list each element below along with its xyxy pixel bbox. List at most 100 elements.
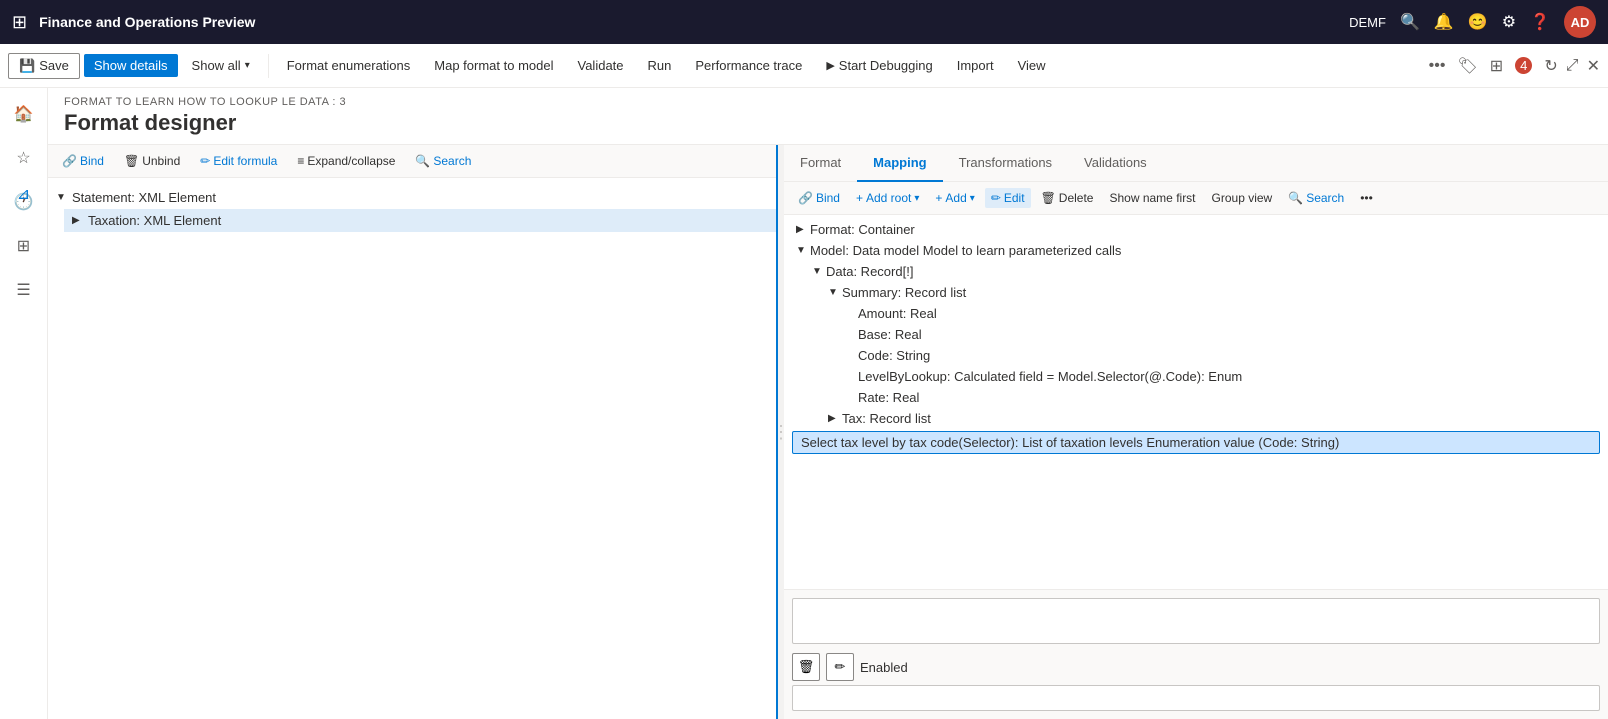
expand-icon: ▼ — [828, 287, 842, 298]
formula-edit-button[interactable]: ✏ — [826, 653, 854, 681]
left-nav: 🏠 ☆ 🕐 ⊞ ☰ ⊿ — [0, 88, 48, 719]
format-enumerations-button[interactable]: Format enumerations — [277, 54, 421, 77]
tree-item-statement[interactable]: ▼ Statement: XML Element — [48, 186, 776, 209]
edit-button[interactable]: ✏ Edit — [985, 188, 1031, 208]
refresh-icon[interactable]: ↻ — [1544, 56, 1557, 76]
selected-formula-row[interactable]: Select tax level by tax code(Selector): … — [792, 431, 1600, 454]
bookmark-icon[interactable]: 🏷 — [1457, 56, 1477, 76]
format-tree: ▼ Statement: XML Element ▶ Taxation: XML… — [48, 178, 776, 719]
tab-validations[interactable]: Validations — [1068, 145, 1163, 182]
trash-icon: 🗑 — [124, 154, 139, 168]
search-icon[interactable]: 🔍 — [1400, 12, 1420, 32]
mapping-panel: Format Mapping Transformations Validatio… — [784, 145, 1608, 719]
tab-mapping[interactable]: Mapping — [857, 145, 942, 182]
pencil-icon: ✏ — [200, 154, 210, 168]
plus-icon-root: + — [856, 191, 863, 205]
show-name-first-button[interactable]: Show name first — [1103, 188, 1201, 208]
tree-item-amount[interactable]: Amount: Real — [784, 303, 1608, 324]
expand-collapse-button[interactable]: ≡ Expand/collapse — [291, 151, 401, 171]
gear-icon[interactable]: ⚙ — [1502, 12, 1516, 32]
chevron-down-icon-add: ▾ — [970, 193, 975, 204]
link-icon-map: 🔗 — [798, 191, 813, 205]
panel-resize-handle[interactable] — [778, 145, 784, 719]
bell-icon[interactable]: 🔔 — [1434, 12, 1454, 32]
tree-item-summary[interactable]: ▼ Summary: Record list — [784, 282, 1608, 303]
tab-format[interactable]: Format — [784, 145, 857, 182]
main-layout: 🏠 ☆ 🕐 ⊞ ☰ ⊿ FORMAT TO LEARN HOW TO LOOKU… — [0, 88, 1608, 719]
start-debugging-button[interactable]: ▶ Start Debugging — [816, 54, 942, 77]
tree-item-model[interactable]: ▼ Model: Data model Model to learn param… — [784, 240, 1608, 261]
tree-item-tax[interactable]: ▶ Tax: Record list — [784, 408, 1608, 429]
show-all-button[interactable]: Show all ▾ — [182, 54, 260, 77]
expand-icon: ≡ — [297, 154, 304, 168]
group-view-button[interactable]: Group view — [1206, 188, 1279, 208]
formula-input[interactable] — [792, 598, 1600, 644]
tree-item-format-container[interactable]: ▶ Format: Container — [784, 219, 1608, 240]
tab-transformations[interactable]: Transformations — [943, 145, 1068, 182]
validate-button[interactable]: Validate — [568, 54, 634, 77]
chevron-down-icon: ▾ — [914, 193, 919, 204]
avatar[interactable]: AD — [1564, 6, 1596, 38]
nav-filter-icon[interactable]: ⊿ — [6, 176, 42, 212]
user-label: DEMF — [1349, 15, 1386, 30]
performance-trace-button[interactable]: Performance trace — [685, 54, 812, 77]
tree-item-base[interactable]: Base: Real — [784, 324, 1608, 345]
format-panel-toolbar: 🔗 Bind 🗑 Unbind ✏ Edit formula ≡ Expand/… — [48, 145, 776, 178]
mapping-toolbar: 🔗 Bind + Add root ▾ + Add ▾ ✏ — [784, 182, 1608, 215]
tree-item-data[interactable]: ▼ Data: Record[!] — [784, 261, 1608, 282]
tree-item-code[interactable]: Code: String — [784, 345, 1608, 366]
title-bar-right: DEMF 🔍 🔔 😊 ⚙ ❓ AD — [1349, 6, 1596, 38]
mapping-more-button[interactable]: ••• — [1354, 188, 1379, 208]
edit-formula-button[interactable]: ✏ Edit formula — [194, 151, 283, 171]
search-icon-fmt: 🔍 — [415, 154, 430, 168]
nav-star-icon[interactable]: ☆ — [6, 140, 42, 176]
toolbar-separator-1 — [268, 54, 269, 78]
formula-delete-button[interactable]: 🗑 — [792, 653, 820, 681]
help-icon[interactable]: ❓ — [1530, 12, 1550, 32]
person-icon[interactable]: 😊 — [1468, 12, 1488, 32]
nav-grid-icon[interactable]: ⊞ — [6, 228, 42, 264]
show-details-button[interactable]: Show details — [84, 54, 178, 77]
run-button[interactable]: Run — [638, 54, 682, 77]
link-icon: 🔗 — [62, 154, 77, 168]
view-button[interactable]: View — [1008, 54, 1056, 77]
tree-item-taxation[interactable]: ▶ Taxation: XML Element — [64, 209, 776, 232]
expand-icon: ▼ — [56, 192, 68, 203]
nav-list-icon[interactable]: ☰ — [6, 272, 42, 308]
unbind-button[interactable]: 🗑 Unbind — [118, 151, 186, 171]
expand-icon: ▶ — [72, 215, 84, 226]
bind-button[interactable]: 🔗 Bind — [56, 151, 110, 171]
mapping-tree: ▶ Format: Container ▼ Model: Data model … — [784, 215, 1608, 589]
main-toolbar: 💾 Save Show details Show all ▾ Format en… — [0, 44, 1608, 88]
page-header: FORMAT TO LEARN HOW TO LOOKUP LE DATA : … — [48, 88, 1608, 145]
add-root-button[interactable]: + Add root ▾ — [850, 188, 925, 208]
panel-icon[interactable]: ⊞ — [1490, 56, 1503, 76]
add-button[interactable]: + Add ▾ — [929, 188, 980, 208]
restore-icon[interactable]: ⤢ — [1566, 57, 1579, 75]
page-title: Format designer — [64, 110, 1592, 136]
chevron-down-icon: ▾ — [245, 60, 250, 71]
mapping-search-button[interactable]: 🔍 Search — [1282, 188, 1350, 208]
mapping-bind-button[interactable]: 🔗 Bind — [792, 188, 846, 208]
formula-value-box[interactable] — [792, 685, 1600, 711]
save-icon: 💾 — [19, 58, 35, 74]
expand-icon: ▶ — [796, 224, 810, 235]
breadcrumb: FORMAT TO LEARN HOW TO LOOKUP LE DATA : … — [64, 96, 1592, 108]
nav-home-icon[interactable]: 🏠 — [6, 96, 42, 132]
title-bar: ⊞ Finance and Operations Preview DEMF 🔍 … — [0, 0, 1608, 44]
waffle-icon[interactable]: ⊞ — [12, 12, 27, 33]
format-search-button[interactable]: 🔍 Search — [409, 151, 477, 171]
tree-item-levelbylookup[interactable]: LevelByLookup: Calculated field = Model.… — [784, 366, 1608, 387]
delete-button[interactable]: 🗑 Delete — [1035, 188, 1100, 208]
import-button[interactable]: Import — [947, 54, 1004, 77]
more-options-icon[interactable]: ••• — [1429, 57, 1446, 75]
expand-icon: ▼ — [812, 266, 826, 277]
trash-icon-map: 🗑 — [1041, 191, 1056, 205]
close-icon[interactable]: ✕ — [1587, 56, 1600, 76]
plus-icon-add: + — [935, 191, 942, 205]
formula-toolbar: 🗑 ✏ Enabled — [792, 653, 1600, 681]
badge-icon[interactable]: 4 — [1515, 57, 1532, 74]
save-button[interactable]: 💾 Save — [8, 53, 80, 79]
map-format-to-model-button[interactable]: Map format to model — [424, 54, 563, 77]
tree-item-rate[interactable]: Rate: Real — [784, 387, 1608, 408]
